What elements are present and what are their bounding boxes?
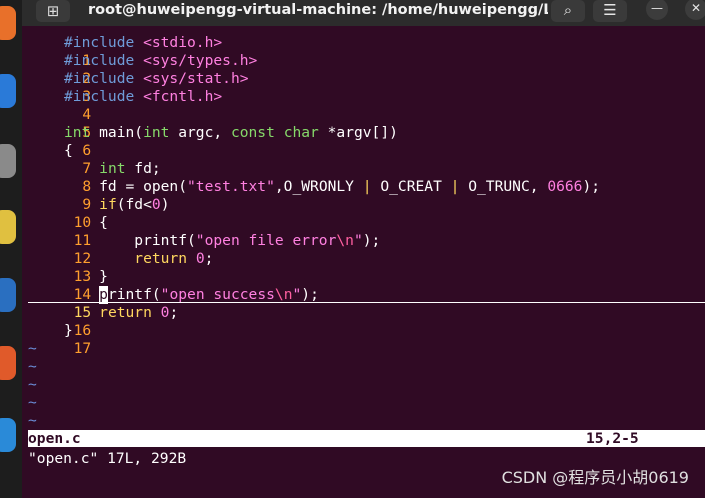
terminal-header-bar: ⊞ root@huweipengg-virtual-machine: /home… [22,0,705,26]
command-message-line: "open.c" 17L, 292B [28,450,187,467]
empty-line-tilde: ~ [28,358,37,375]
search-button[interactable]: ⌕ [551,0,585,22]
window-title: root@huweipengg-virtual-machine: /home/h… [88,2,548,18]
code-line[interactable]: 7 { [28,142,705,177]
vim-editor[interactable]: 1 #include <stdio.h> 2 #include <sys/typ… [28,34,705,430]
code-line[interactable]: 10 if(fd<0) [28,196,705,231]
code-line[interactable]: 17 } [28,322,705,357]
app-dock [0,0,22,498]
code-text[interactable]: #include <sys/types.h> [64,52,257,70]
empty-line-tilde: ~ [28,376,37,393]
help-icon[interactable] [0,418,16,452]
code-line[interactable]: 1 #include <stdio.h> [28,34,705,69]
code-line[interactable]: 6 int main(int argc, const char *argv[]) [28,124,705,159]
cursor-position: 15,2-5 [586,430,639,447]
thunderbird-icon[interactable] [0,74,16,108]
code-line[interactable]: 2 #include <sys/types.h> [28,52,705,87]
new-tab-icon: ⊞ [46,2,60,20]
status-filename: open.c [28,430,81,447]
watermark: CSDN @程序员小胡0619 [501,468,689,487]
firefox-icon[interactable] [0,6,16,40]
code-line[interactable]: 13 return 0; [28,250,705,285]
code-text[interactable]: return 0; [64,304,178,322]
empty-line-tilde: ~ [28,340,37,357]
hamburger-menu-icon: ☰ [603,1,617,19]
code-text[interactable]: } [64,322,73,340]
new-tab-button[interactable]: ⊞ [36,0,70,22]
code-text[interactable]: printf("open file error\n"); [64,232,380,250]
minimize-icon: — [651,1,663,15]
code-text[interactable]: #include <stdio.h> [64,34,222,52]
files-icon[interactable] [0,144,16,178]
code-line[interactable]: 4 #include <fcntl.h> [28,88,705,123]
line-number: 17 [73,340,92,357]
code-line[interactable]: 3 #include <sys/stat.h> [28,70,705,105]
rhythmbox-icon[interactable] [0,210,16,244]
code-text[interactable]: { [64,142,73,160]
close-icon: ✕ [690,1,702,15]
code-text[interactable]: fd = open("test.txt",O_WRONLY | O_CREAT … [64,178,600,196]
empty-line-tilde: ~ [28,412,37,429]
code-line[interactable]: 16 return 0; [28,304,705,339]
vim-status-line: open.c 15,2-5 [28,430,705,447]
code-line[interactable]: 11 { [28,214,705,249]
code-text[interactable]: { [64,214,108,232]
code-text[interactable]: if(fd<0) [64,196,169,214]
cursorline-underline [28,302,705,303]
software-center-icon[interactable] [0,346,16,380]
code-line[interactable]: 8 int fd; [28,160,705,195]
search-icon: ⌕ [563,1,573,19]
code-line[interactable]: 12 printf("open file error\n"); [28,232,705,267]
code-text[interactable]: return 0; [64,250,213,268]
code-text[interactable]: } [64,268,108,286]
empty-line-tilde: ~ [28,394,37,411]
close-button[interactable]: ✕ [685,0,705,20]
code-text[interactable]: #include <sys/stat.h> [64,70,249,88]
code-line[interactable]: 5 [28,106,705,141]
code-text[interactable]: #include <fcntl.h> [64,88,222,106]
libreoffice-writer-icon[interactable] [0,278,16,312]
code-line[interactable]: 14 } [28,268,705,303]
code-line[interactable]: 9 fd = open("test.txt",O_WRONLY | O_CREA… [28,178,705,213]
code-text[interactable]: int fd; [64,160,161,178]
menu-button[interactable]: ☰ [593,0,627,22]
code-text[interactable]: int main(int argc, const char *argv[]) [64,124,398,142]
minimize-button[interactable]: — [646,0,668,20]
